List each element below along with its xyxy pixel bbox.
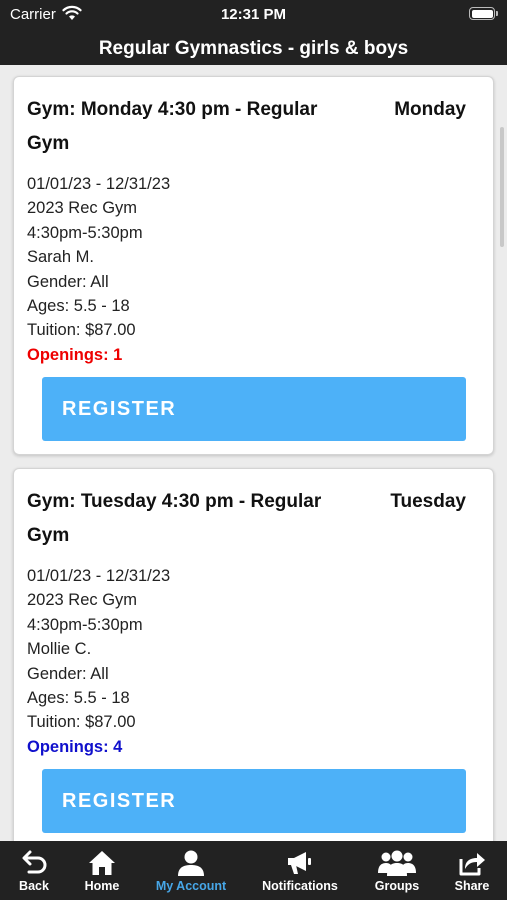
class-program: 2023 Rec Gym bbox=[27, 591, 138, 610]
class-day: Tuesday bbox=[390, 491, 466, 512]
tab-home[interactable]: Home bbox=[73, 841, 131, 900]
tab-label: Notifications bbox=[262, 879, 338, 893]
class-title: Gym: Tuesday 4:30 pm - Regular Gym bbox=[27, 491, 322, 546]
register-button[interactable]: REGISTER bbox=[42, 769, 466, 833]
tab-groups[interactable]: Groups bbox=[368, 841, 426, 900]
tab-notifications[interactable]: Notifications bbox=[253, 841, 347, 900]
class-instructor: Mollie C. bbox=[27, 640, 92, 659]
back-arrow-icon bbox=[22, 850, 47, 874]
tab-label: My Account bbox=[155, 879, 227, 893]
clock: 12:31 PM bbox=[220, 6, 287, 23]
scrollbar[interactable] bbox=[500, 127, 504, 247]
class-list[interactable]: Gym: Monday 4:30 pm - Regular Gym Monday… bbox=[0, 65, 507, 841]
class-time: 4:30pm-5:30pm bbox=[27, 223, 143, 242]
class-tuition: Tuition: $87.00 bbox=[27, 713, 136, 732]
class-gender: Gender: All bbox=[27, 272, 109, 291]
class-card: Gym: Monday 4:30 pm - Regular Gym Monday… bbox=[13, 76, 494, 455]
class-instructor: Sarah M. bbox=[27, 248, 94, 267]
person-icon bbox=[178, 850, 204, 876]
class-openings: Openings: 4 bbox=[27, 737, 123, 756]
tab-label: Home bbox=[84, 879, 120, 893]
class-title: Gym: Monday 4:30 pm - Regular Gym bbox=[27, 99, 318, 154]
tab-label: Back bbox=[19, 879, 49, 893]
class-tuition: Tuition: $87.00 bbox=[27, 321, 136, 340]
battery-icon bbox=[469, 7, 498, 20]
class-ages: Ages: 5.5 - 18 bbox=[27, 297, 130, 316]
class-program: 2023 Rec Gym bbox=[27, 199, 138, 218]
class-dates: 01/01/23 - 12/31/23 bbox=[27, 567, 171, 585]
status-bar: Carrier 12:31 PM bbox=[0, 0, 507, 32]
share-icon bbox=[459, 853, 485, 876]
class-openings: Openings: 1 bbox=[27, 345, 123, 364]
home-icon bbox=[89, 851, 115, 875]
class-card: Gym: Tuesday 4:30 pm - Regular Gym Tuesd… bbox=[13, 468, 494, 841]
tab-share[interactable]: Share bbox=[446, 841, 498, 900]
class-dates: 01/01/23 - 12/31/23 bbox=[27, 175, 171, 193]
class-ages: Ages: 5.5 - 18 bbox=[27, 689, 130, 708]
class-gender: Gender: All bbox=[27, 664, 109, 683]
megaphone-icon bbox=[288, 852, 311, 874]
class-time: 4:30pm-5:30pm bbox=[27, 615, 143, 634]
tab-back[interactable]: Back bbox=[6, 841, 62, 900]
group-icon bbox=[378, 850, 416, 876]
class-day: Monday bbox=[394, 99, 466, 120]
page-title: Regular Gymnastics - girls & boys bbox=[0, 32, 507, 65]
tab-label: Groups bbox=[374, 879, 420, 893]
class-details: 01/01/23 - 12/31/23 2023 Rec Gym 4:30pm-… bbox=[27, 172, 170, 367]
tab-bar: Back Home My Account Notifications Group… bbox=[0, 841, 507, 900]
tab-label: Share bbox=[454, 879, 490, 893]
register-button[interactable]: REGISTER bbox=[42, 377, 466, 441]
tab-my-account[interactable]: My Account bbox=[146, 841, 236, 900]
class-details: 01/01/23 - 12/31/23 2023 Rec Gym 4:30pm-… bbox=[27, 564, 170, 759]
